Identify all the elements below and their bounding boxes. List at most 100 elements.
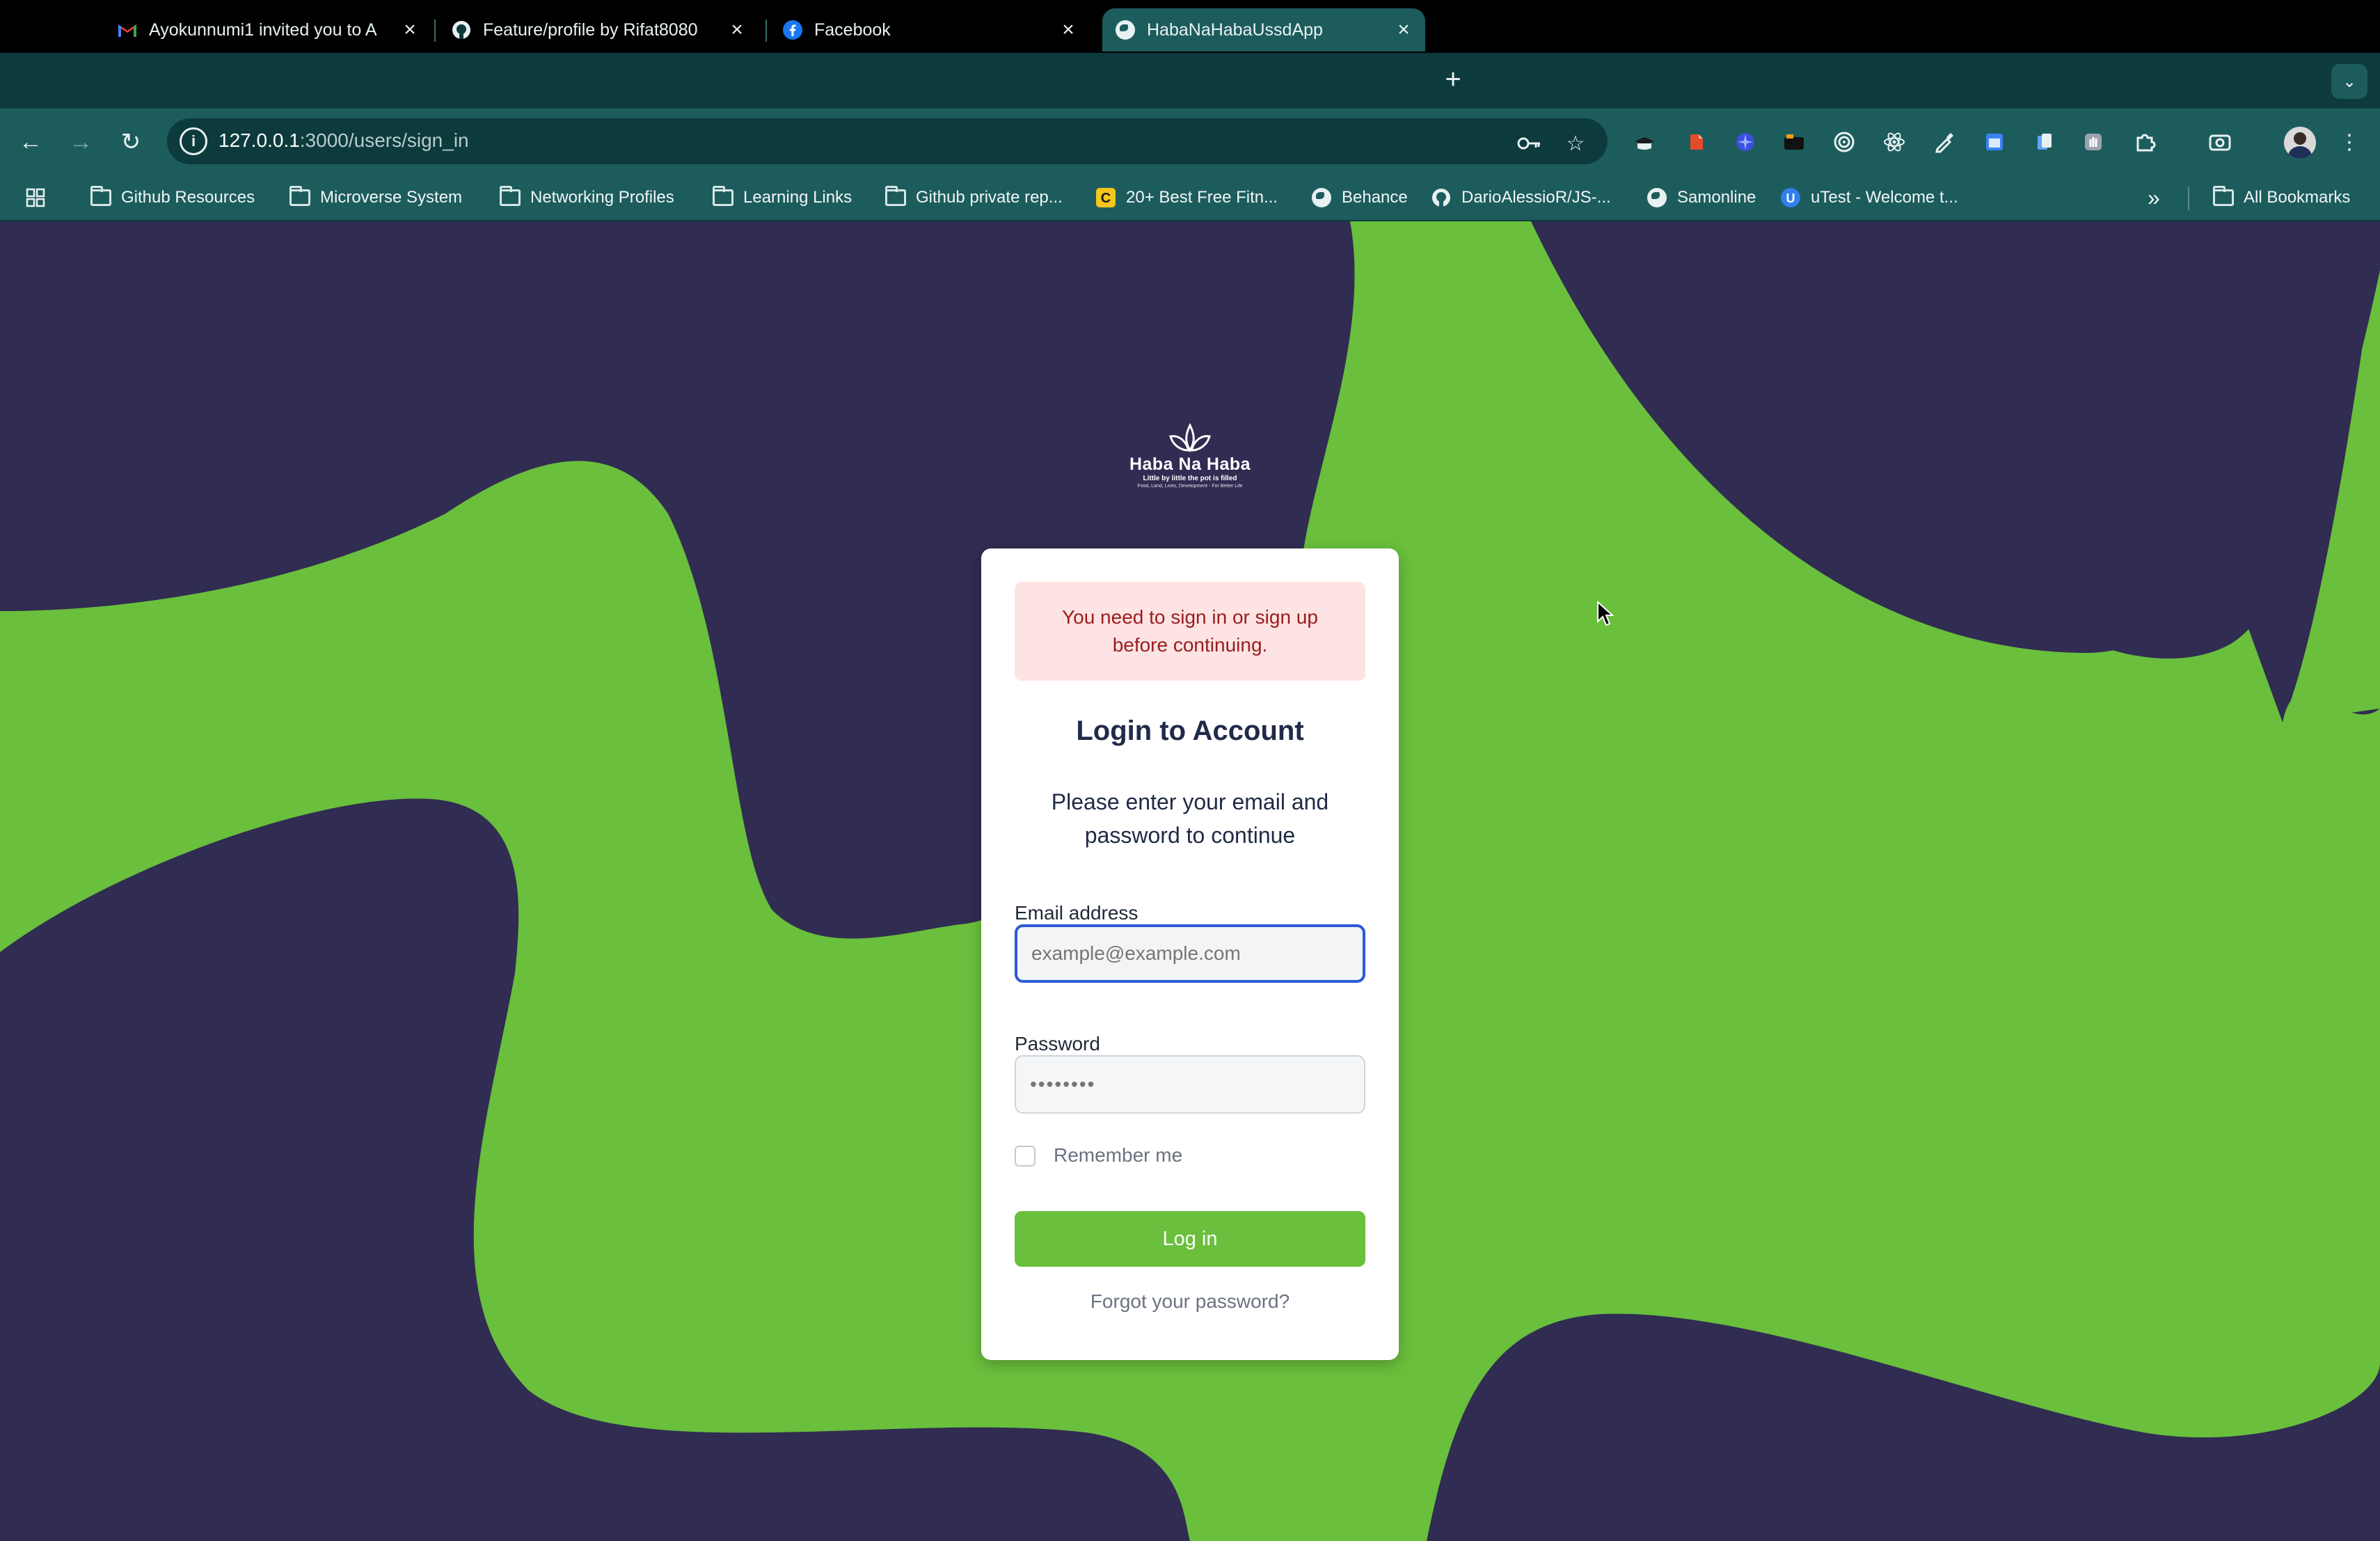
extension-target-icon[interactable]: [1829, 127, 1859, 157]
bookmark-behance[interactable]: Behance: [1311, 182, 1408, 213]
close-icon[interactable]: ×: [1056, 18, 1080, 42]
site-info-icon[interactable]: i: [180, 127, 207, 155]
github-icon: [1431, 187, 1452, 208]
bookmark-samonline[interactable]: Samonline: [1647, 182, 1756, 213]
folder-icon: [90, 186, 111, 208]
email-field[interactable]: [1015, 924, 1365, 983]
email-label: Email address: [1015, 902, 1139, 924]
facebook-icon: [782, 19, 803, 40]
bookmark-fitness[interactable]: C 20+ Best Free Fitn...: [1095, 182, 1278, 213]
bookmark-github-resources[interactable]: Github Resources: [90, 182, 255, 213]
globe-icon: [1647, 187, 1667, 208]
menu-kebab-icon[interactable]: ⋮: [2334, 127, 2365, 157]
all-bookmarks-button[interactable]: All Bookmarks: [2213, 182, 2350, 213]
url-path: :3000/users/sign_in: [299, 129, 469, 151]
svg-text:U: U: [1786, 191, 1795, 205]
extension-red-icon[interactable]: [1681, 127, 1712, 157]
react-devtools-icon[interactable]: [1879, 127, 1910, 157]
remember-me-label[interactable]: Remember me: [1054, 1144, 1182, 1167]
page-subtitle: Please enter your email and password to …: [1051, 789, 1329, 848]
extension-star-icon[interactable]: [1730, 127, 1761, 157]
folder-icon: [713, 186, 733, 208]
color-picker-icon[interactable]: [1929, 127, 1960, 157]
bookmark-label: 20+ Best Free Fitn...: [1126, 188, 1278, 207]
page-viewport: Haba Na Haba Little by little the pot is…: [0, 221, 2380, 1541]
close-icon[interactable]: ×: [725, 18, 749, 42]
globe-icon: [1115, 19, 1136, 40]
tab-gmail[interactable]: Ayokunnumi1 invited you to A ×: [104, 8, 431, 52]
bookmark-label: Github private rep...: [916, 188, 1063, 207]
key-icon[interactable]: [1516, 129, 1544, 157]
url-text[interactable]: 127.0.0.1:3000/users/sign_in: [219, 129, 469, 152]
folder-icon: [885, 186, 906, 208]
back-button[interactable]: ←: [13, 124, 49, 160]
forgot-password-link[interactable]: Forgot your password?: [981, 1290, 1399, 1313]
bookmark-label: Networking Profiles: [530, 188, 674, 207]
folder-icon: [289, 186, 310, 208]
bookmark-label: Learning Links: [743, 188, 852, 207]
extension-camera-icon[interactable]: [1779, 127, 1809, 157]
extension-window-icon[interactable]: [1979, 127, 2010, 157]
profile-avatar[interactable]: [2284, 127, 2316, 159]
bookmark-separator: [2188, 187, 2189, 210]
tab-title: Ayokunnumi1 invited you to A: [149, 19, 377, 40]
apps-grid-icon[interactable]: [25, 182, 46, 213]
close-icon[interactable]: ×: [398, 18, 422, 42]
tab-search-button[interactable]: ⌄: [2331, 64, 2367, 99]
remember-me-checkbox[interactable]: [1015, 1146, 1036, 1167]
tab-habanahaba[interactable]: HabaNaHabaUssdApp ×: [1102, 8, 1425, 52]
bookmark-learning-links[interactable]: Learning Links: [713, 182, 852, 213]
bookmark-microverse-system[interactable]: Microverse System: [289, 182, 462, 213]
login-card: You need to sign in or sign up before co…: [981, 548, 1399, 1360]
alert-message: You need to sign in or sign up before co…: [1015, 582, 1365, 681]
c-icon: C: [1095, 187, 1116, 208]
gmail-icon: [117, 19, 138, 40]
bookmark-dario[interactable]: DarioAlessioR/JS-...: [1431, 182, 1611, 213]
bookmark-label: DarioAlessioR/JS-...: [1461, 188, 1611, 207]
bookmark-label: Microverse System: [320, 188, 463, 207]
bookmark-label: All Bookmarks: [2244, 188, 2351, 207]
more-bookmarks-button[interactable]: »: [2148, 182, 2160, 213]
password-field[interactable]: [1015, 1055, 1365, 1114]
tab-separator: [765, 19, 767, 42]
folder-icon: [2213, 186, 2234, 208]
bookmark-label: Github Resources: [121, 188, 255, 207]
url-host: 127.0.0.1: [219, 129, 300, 151]
bookmark-github-private[interactable]: Github private rep...: [885, 182, 1063, 213]
bookmark-label: uTest - Welcome t...: [1811, 188, 1958, 207]
tab-separator: [434, 19, 436, 42]
svg-text:C: C: [1101, 191, 1111, 206]
tab-title: Feature/profile by Rifat8080: [483, 19, 698, 40]
extension-grad-icon[interactable]: [1628, 127, 1659, 157]
page-title: Login to Account: [1076, 716, 1304, 746]
reload-button[interactable]: ↻: [113, 124, 149, 160]
github-icon: [451, 19, 472, 40]
login-button[interactable]: Log in: [1015, 1211, 1365, 1267]
utest-icon: U: [1780, 187, 1801, 208]
extension-docs-icon[interactable]: [2029, 127, 2060, 157]
mouse-cursor-icon: [1597, 601, 1615, 626]
bookmark-utest[interactable]: U uTest - Welcome t...: [1780, 182, 1958, 213]
tab-github[interactable]: Feature/profile by Rifat8080 ×: [438, 8, 759, 52]
bookmark-label: Behance: [1342, 188, 1408, 207]
address-bar[interactable]: i 127.0.0.1:3000/users/sign_in: [167, 118, 1608, 164]
extension-hand-icon[interactable]: [2078, 127, 2109, 157]
extensions-puzzle-icon[interactable]: [2129, 127, 2160, 157]
logo-tagline: Little by little the pot is filled: [1143, 475, 1237, 482]
tab-facebook[interactable]: Facebook ×: [770, 8, 1090, 52]
logo-sub-tagline: Food, Land, Lives, Development - For Bet…: [1137, 484, 1243, 489]
new-tab-button[interactable]: +: [1438, 64, 1468, 95]
forward-button[interactable]: →: [63, 124, 99, 160]
bookmark-star-icon[interactable]: ☆: [1562, 129, 1589, 157]
leaf-logo-icon: [1169, 422, 1211, 452]
tab-title: HabaNaHabaUssdApp: [1147, 19, 1323, 40]
screen: Ayokunnumi1 invited you to A × Feature/p…: [0, 0, 2380, 1541]
screenshot-icon[interactable]: [2205, 127, 2235, 157]
folder-icon: [500, 186, 521, 208]
tab-title: Facebook: [814, 19, 891, 40]
password-label: Password: [1015, 1033, 1100, 1054]
bookmark-networking-profiles[interactable]: Networking Profiles: [500, 182, 674, 213]
close-icon[interactable]: ×: [1392, 18, 1415, 42]
tab-strip: [0, 53, 2380, 109]
bookmark-label: Samonline: [1677, 188, 1756, 207]
